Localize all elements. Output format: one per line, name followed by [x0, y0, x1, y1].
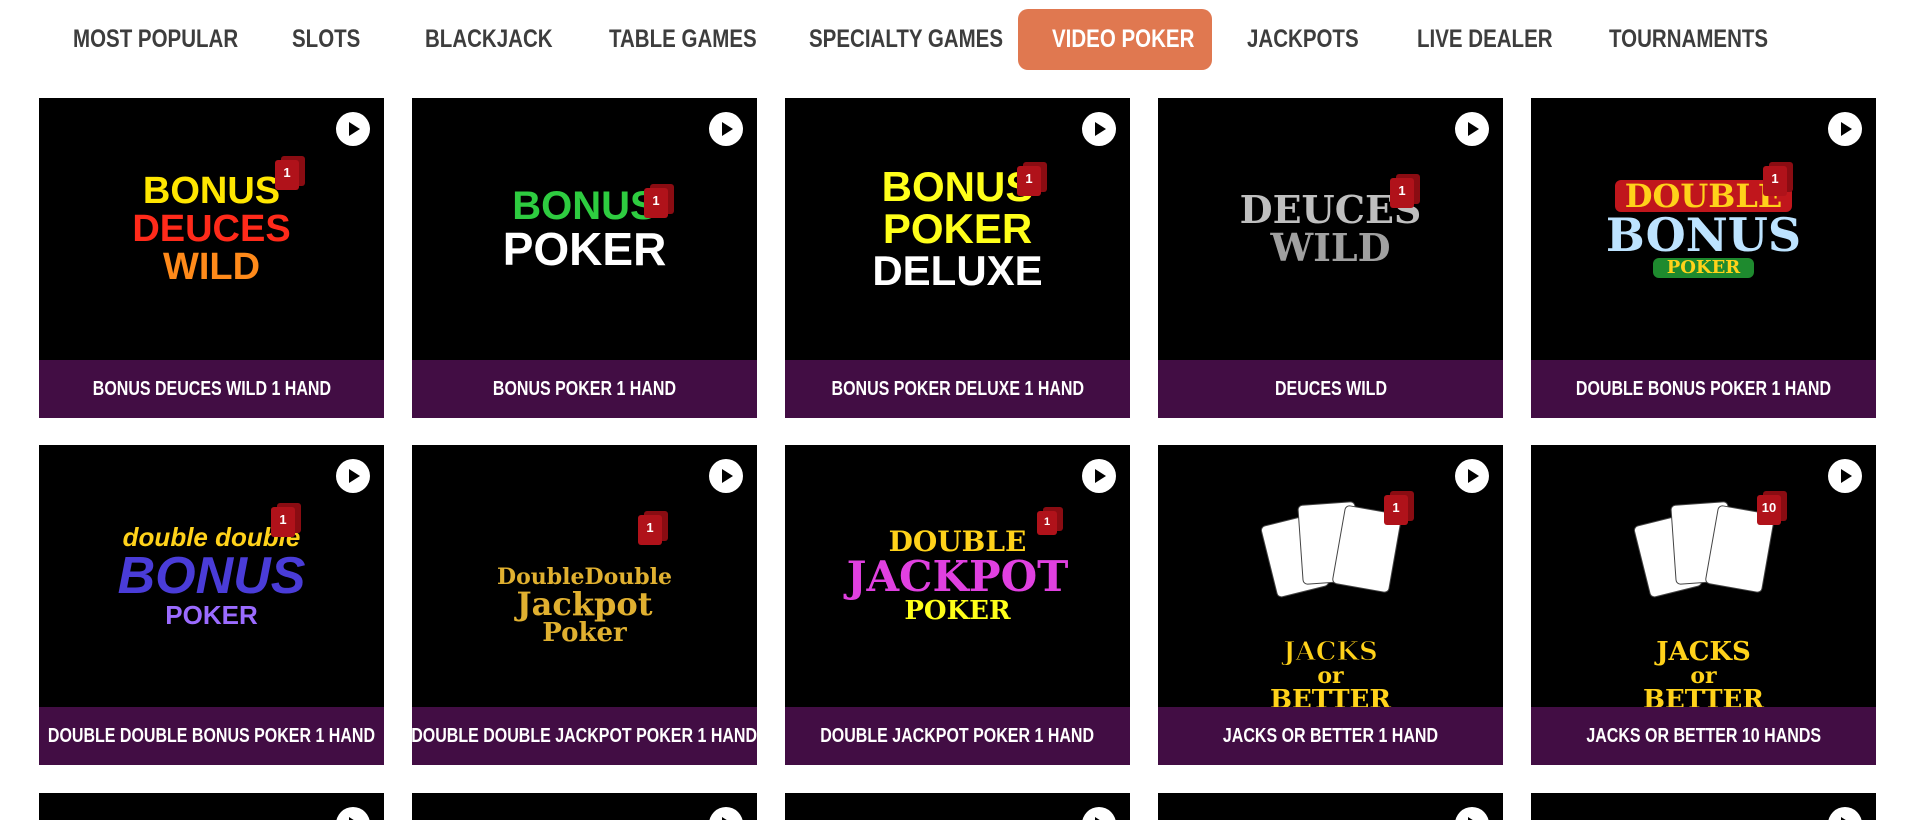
- game-tile[interactable]: [785, 793, 1130, 820]
- game-title-bar: BONUS POKER 1 HAND: [412, 360, 757, 418]
- game-tile[interactable]: [412, 793, 757, 820]
- game-tile[interactable]: DOUBLE JACKPOT POKER 1 DOUBLE JACKPOT PO…: [785, 445, 1130, 765]
- nav-slots[interactable]: SLOTS: [292, 9, 360, 70]
- game-title: DOUBLE JACKPOT POKER 1 HAND: [820, 724, 1095, 747]
- play-icon[interactable]: [336, 459, 370, 493]
- hand-count-badge: 1: [638, 515, 662, 545]
- game-thumbnail: JACKS or BETTER 1: [1158, 445, 1503, 713]
- game-tile[interactable]: double double BONUS POKER 1 DOUBLE DOUBL…: [39, 445, 384, 765]
- game-thumbnail: BONUS POKER DELUXE 1: [785, 98, 1130, 360]
- hand-count-badge: 1: [1384, 495, 1408, 525]
- game-tile[interactable]: DOUBLE BONUS POKER 1 DOUBLE BONUS POKER …: [1531, 98, 1876, 418]
- game-thumbnail: DOUBLE BONUS POKER 1: [1531, 98, 1876, 360]
- nav-specialty-games[interactable]: SPECIALTY GAMES: [809, 9, 1003, 70]
- game-title: JACKS OR BETTER 10 HANDS: [1586, 724, 1821, 747]
- play-icon[interactable]: [709, 112, 743, 146]
- game-title-bar: BONUS POKER DELUXE 1 HAND: [785, 360, 1130, 418]
- game-logo: BONUS POKER DELUXE: [872, 163, 1043, 294]
- game-title-bar: DEUCES WILD: [1158, 360, 1503, 418]
- game-tile[interactable]: DEUCES WILD 1 DEUCES WILD: [1158, 98, 1503, 418]
- game-logo: BONUS DEUCES WILD: [132, 170, 291, 288]
- game-title-bar: DOUBLE DOUBLE JACKPOT POKER 1 HAND: [412, 707, 757, 765]
- game-tile[interactable]: BONUS POKER 1 BONUS POKER 1 HAND: [412, 98, 757, 418]
- play-icon[interactable]: [1828, 807, 1862, 820]
- game-thumbnail: JACKS or BETTER 10: [1531, 445, 1876, 713]
- nav-tournaments[interactable]: TOURNAMENTS: [1609, 9, 1768, 70]
- hand-count-badge: 10: [1757, 495, 1781, 525]
- game-title: BONUS POKER DELUXE 1 HAND: [831, 377, 1084, 400]
- hand-count-badge: 1: [1017, 166, 1041, 196]
- game-title: DOUBLE DOUBLE JACKPOT POKER 1 HAND: [412, 724, 757, 747]
- category-nav: MOST POPULAR SLOTS BLACKJACK TABLE GAMES…: [0, 0, 1920, 80]
- game-logo: double double BONUS POKER: [117, 522, 306, 630]
- game-title: DOUBLE DOUBLE BONUS POKER 1 HAND: [47, 724, 376, 747]
- game-title-bar: DOUBLE JACKPOT POKER 1 HAND: [785, 707, 1130, 765]
- play-icon[interactable]: [1082, 112, 1116, 146]
- game-thumbnail: DEUCES WILD 1: [1158, 98, 1503, 360]
- game-tile[interactable]: [39, 793, 384, 820]
- hand-count-badge: 1: [275, 160, 299, 190]
- nav-live-dealer[interactable]: LIVE DEALER: [1417, 9, 1553, 70]
- game-tile[interactable]: JACKS or BETTER 1 JACKS OR BETTER 1 HAND: [1158, 445, 1503, 765]
- nav-table-games[interactable]: TABLE GAMES: [609, 9, 757, 70]
- play-icon[interactable]: [1828, 459, 1862, 493]
- play-icon[interactable]: [1455, 459, 1489, 493]
- hand-count-badge: 1: [271, 507, 295, 537]
- game-logo: DOUBLE JACKPOT POKER: [846, 525, 1069, 626]
- play-icon[interactable]: [1828, 112, 1862, 146]
- play-icon[interactable]: [1455, 807, 1489, 820]
- game-thumbnail: BONUS POKER 1: [412, 98, 757, 360]
- hand-count-badge: 1: [1037, 511, 1057, 535]
- game-title: DEUCES WILD: [1274, 377, 1387, 400]
- game-tile[interactable]: [1531, 793, 1876, 820]
- game-thumbnail: DOUBLE JACKPOT POKER 1: [785, 445, 1130, 707]
- game-title: BONUS POKER 1 HAND: [492, 377, 677, 400]
- game-logo: DEUCES WILD: [1239, 187, 1422, 270]
- game-logo: BONUS POKER: [502, 184, 667, 275]
- game-thumbnail: DoubleDouble Jackpot Poker 1: [412, 445, 757, 707]
- play-icon[interactable]: [709, 459, 743, 493]
- game-logo: DoubleDouble Jackpot Poker: [497, 564, 672, 648]
- game-title-bar: DOUBLE DOUBLE BONUS POKER 1 HAND: [39, 707, 384, 765]
- game-logo: DOUBLE BONUS POKER: [1605, 177, 1802, 278]
- game-tile[interactable]: BONUS DEUCES WILD 1 BONUS DEUCES WILD 1 …: [39, 98, 384, 418]
- hand-count-badge: 1: [644, 188, 668, 218]
- game-tile[interactable]: DoubleDouble Jackpot Poker 1 DOUBLE DOUB…: [412, 445, 757, 765]
- game-tile[interactable]: JACKS or BETTER 10 JACKS OR BETTER 10 HA…: [1531, 445, 1876, 765]
- game-title: DOUBLE BONUS POKER 1 HAND: [1575, 377, 1832, 400]
- game-thumbnail: BONUS DEUCES WILD 1: [39, 98, 384, 360]
- game-title: BONUS DEUCES WILD 1 HAND: [92, 377, 331, 400]
- game-title-bar: JACKS OR BETTER 10 HANDS: [1531, 707, 1876, 765]
- play-icon[interactable]: [336, 112, 370, 146]
- play-icon[interactable]: [1455, 112, 1489, 146]
- play-icon[interactable]: [1082, 459, 1116, 493]
- hand-count-badge: 1: [1763, 166, 1787, 196]
- game-thumbnail: double double BONUS POKER 1: [39, 445, 384, 707]
- hand-count-badge: 1: [1390, 178, 1414, 208]
- game-tile[interactable]: BONUS POKER DELUXE 1 BONUS POKER DELUXE …: [785, 98, 1130, 418]
- nav-video-poker[interactable]: VIDEO POKER: [1052, 9, 1194, 70]
- game-tile[interactable]: [1158, 793, 1503, 820]
- play-icon[interactable]: [1082, 807, 1116, 820]
- game-title-bar: BONUS DEUCES WILD 1 HAND: [39, 360, 384, 418]
- play-icon[interactable]: [336, 807, 370, 820]
- nav-blackjack[interactable]: BLACKJACK: [425, 9, 553, 70]
- play-icon[interactable]: [709, 807, 743, 820]
- game-title-bar: DOUBLE BONUS POKER 1 HAND: [1531, 360, 1876, 418]
- game-title-bar: JACKS OR BETTER 1 HAND: [1158, 707, 1503, 765]
- game-title: JACKS OR BETTER 1 HAND: [1222, 724, 1439, 747]
- nav-jackpots[interactable]: JACKPOTS: [1247, 9, 1359, 70]
- nav-most-popular[interactable]: MOST POPULAR: [73, 9, 238, 70]
